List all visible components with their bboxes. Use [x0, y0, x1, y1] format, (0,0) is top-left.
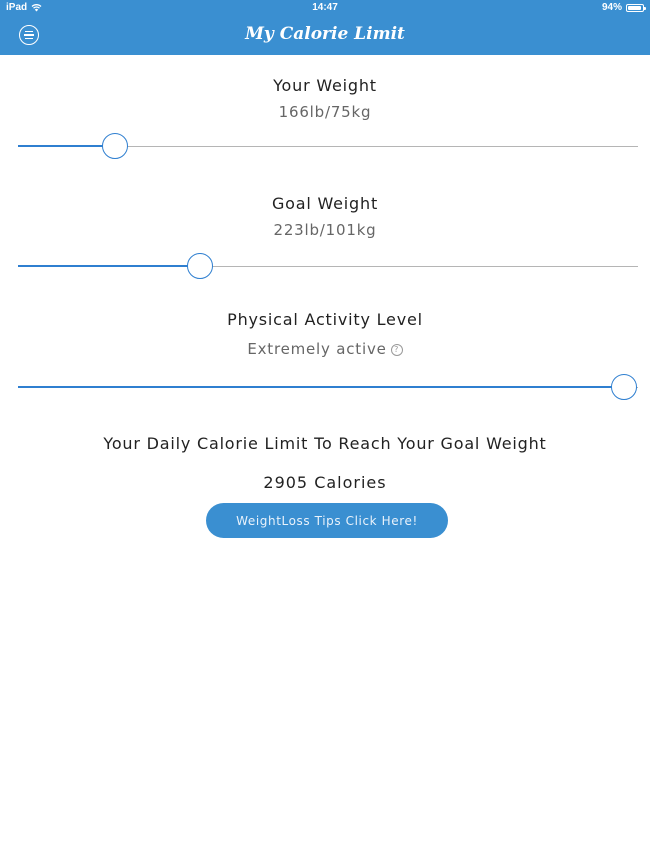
- battery-level-fill: [628, 5, 641, 10]
- battery-percent: 94%: [601, 2, 622, 13]
- calorie-limit-value: 2905 Calories: [263, 473, 387, 492]
- activity-label: Physical Activity Level: [227, 310, 423, 329]
- slider-fill: [18, 265, 200, 267]
- slider-thumb[interactable]: [187, 253, 213, 279]
- goal-weight-label: Goal Weight: [271, 194, 379, 213]
- slider-thumb[interactable]: [611, 374, 637, 400]
- activity-value: Extremely active: [247, 340, 387, 358]
- slider-fill: [18, 145, 115, 147]
- status-time: 14:47: [312, 2, 338, 13]
- weight-value: 166lb/75kg: [278, 103, 372, 121]
- battery-icon: [626, 3, 646, 12]
- weightloss-tips-button[interactable]: WeightLoss Tips Click Here!: [206, 503, 448, 538]
- help-icon[interactable]: ?: [390, 344, 403, 356]
- goal-weight-value: 223lb/101kg: [273, 221, 377, 239]
- slider-fill: [18, 386, 624, 388]
- app-title: My Calorie Limit: [245, 24, 405, 44]
- weight-label: Your Weight: [273, 76, 377, 95]
- nav-bar: My Calorie Limit: [0, 15, 650, 55]
- activity-value-row: Extremely active?: [0, 340, 650, 358]
- status-bar: iPad 14:47 94%: [0, 0, 650, 15]
- goal-weight-slider[interactable]: [18, 252, 638, 282]
- calorie-limit-label: Your Daily Calorie Limit To Reach Your G…: [103, 434, 547, 453]
- activity-slider[interactable]: [18, 373, 638, 403]
- status-right: 94%: [601, 2, 646, 13]
- weight-slider[interactable]: [18, 132, 638, 162]
- slider-thumb[interactable]: [102, 133, 128, 159]
